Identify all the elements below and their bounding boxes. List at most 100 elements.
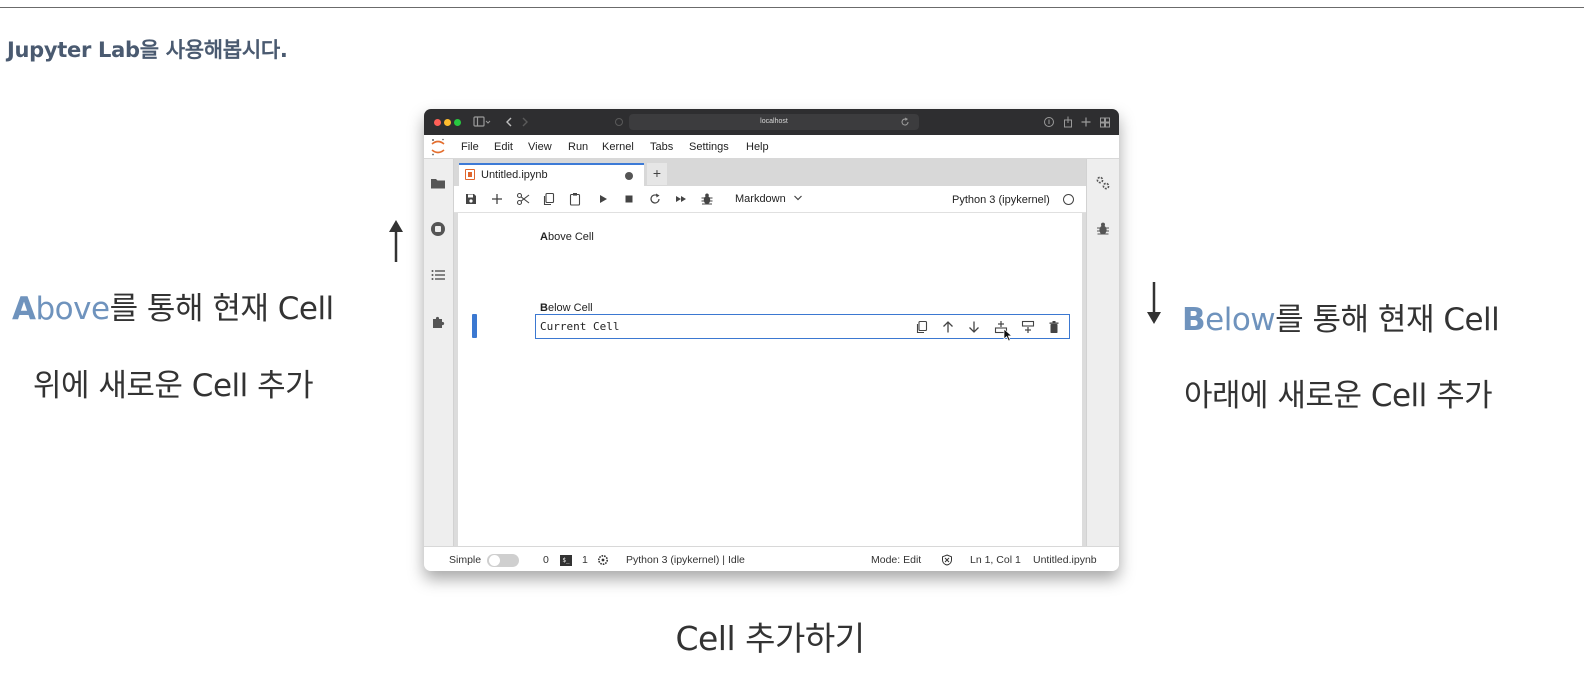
mouse-cursor-icon bbox=[1003, 328, 1013, 342]
new-launcher-button[interactable]: + bbox=[647, 163, 667, 185]
copy-icon[interactable] bbox=[542, 192, 556, 206]
run-icon[interactable] bbox=[596, 192, 610, 206]
browser-titlebar: localhost bbox=[424, 109, 1119, 135]
status-bar: Simple 0 $_ 1 Python 3 (ipykernel) | Idl… bbox=[424, 546, 1119, 571]
chevron-down-icon bbox=[793, 195, 802, 201]
arrow-down-icon bbox=[1147, 282, 1161, 324]
sidebar-toggle-icon[interactable] bbox=[473, 115, 491, 129]
active-cell-indicator bbox=[472, 314, 477, 338]
current-cell-editor[interactable]: Current Cell bbox=[535, 314, 1070, 342]
above-accent-rest: bove bbox=[35, 291, 111, 327]
tab-overview-icon[interactable] bbox=[1099, 115, 1111, 129]
below-cell[interactable]: Below Cell bbox=[540, 302, 593, 314]
above-note-rest: 를 통해 현재 Cell bbox=[109, 291, 335, 327]
property-inspector-icon[interactable] bbox=[1095, 175, 1111, 191]
below-cell-rest: elow Cell bbox=[547, 302, 593, 314]
jupyter-menubar: File Edit View Run Kernel Tabs Settings … bbox=[424, 135, 1119, 159]
cell-type-dropdown[interactable]: Markdown bbox=[735, 193, 803, 205]
add-cell-icon[interactable] bbox=[490, 192, 504, 206]
back-icon[interactable] bbox=[504, 115, 514, 129]
menu-file[interactable]: File bbox=[461, 141, 479, 153]
shield-icon bbox=[615, 118, 623, 126]
menu-settings[interactable]: Settings bbox=[689, 141, 729, 153]
running-icon[interactable] bbox=[430, 221, 446, 237]
slide-caption: Cell 추가하기 bbox=[675, 619, 865, 658]
folder-icon[interactable] bbox=[430, 175, 446, 191]
menu-help[interactable]: Help bbox=[746, 141, 769, 153]
url-text: localhost bbox=[760, 118, 788, 125]
move-down-icon[interactable] bbox=[967, 320, 981, 334]
kernel-gear-icon bbox=[598, 555, 608, 565]
move-up-icon[interactable] bbox=[941, 320, 955, 334]
notebook-panel: Above Cell Current Cell Below Cell bbox=[458, 213, 1082, 546]
stop-icon[interactable] bbox=[622, 192, 636, 206]
notebook-tab-label: Untitled.ipynb bbox=[481, 169, 548, 181]
notebook-tab[interactable]: Untitled.ipynb bbox=[459, 163, 644, 187]
extension-icon[interactable] bbox=[430, 314, 446, 330]
trusted-shield-icon bbox=[942, 554, 952, 566]
maximize-window-button[interactable] bbox=[454, 119, 461, 126]
terminals-count[interactable]: 0 bbox=[543, 554, 549, 566]
new-tab-icon[interactable] bbox=[1080, 115, 1092, 129]
terminal-icon: $_ bbox=[560, 555, 572, 566]
fast-forward-icon[interactable] bbox=[674, 192, 688, 206]
top-divider bbox=[0, 7, 1584, 8]
status-file-name: Untitled.ipynb bbox=[1033, 554, 1097, 566]
editor-mode: Mode: Edit bbox=[871, 554, 922, 566]
above-note-line1: Above를 통해 현재 Cell bbox=[12, 283, 334, 328]
jupyter-logo-icon bbox=[431, 138, 445, 156]
cursor-position[interactable]: Ln 1, Col 1 bbox=[970, 554, 1021, 566]
debug-icon[interactable] bbox=[700, 192, 714, 206]
notebook-file-icon bbox=[465, 169, 475, 180]
notebook-toolbar: Markdown Python 3 (ipykernel) bbox=[454, 186, 1086, 213]
above-cell-rest: bove Cell bbox=[547, 231, 594, 243]
above-accent-letter: A bbox=[12, 291, 36, 327]
above-cell-bold: A bbox=[540, 231, 548, 243]
address-bar[interactable]: localhost bbox=[629, 114, 919, 130]
arrow-up-icon bbox=[389, 220, 403, 262]
cell-type-value: Markdown bbox=[735, 193, 786, 205]
current-cell-text: Current Cell bbox=[540, 320, 620, 333]
below-note-rest: 를 통해 현재 Cell bbox=[1275, 302, 1500, 338]
forward-icon[interactable] bbox=[520, 115, 530, 129]
kernel-status-icon bbox=[1063, 194, 1074, 205]
restart-icon[interactable] bbox=[648, 192, 662, 206]
below-note-line2: 아래에 새로운 Cell 추가 bbox=[1184, 378, 1493, 414]
simple-mode-label: Simple bbox=[449, 554, 482, 566]
below-accent-rest: elow bbox=[1205, 302, 1276, 338]
kernel-name[interactable]: Python 3 (ipykernel) bbox=[952, 194, 1050, 206]
debugger-icon[interactable] bbox=[1095, 221, 1111, 237]
menu-kernel[interactable]: Kernel bbox=[602, 141, 634, 153]
kernels-count[interactable]: 1 bbox=[582, 554, 588, 566]
menu-view[interactable]: View bbox=[528, 141, 552, 153]
menu-edit[interactable]: Edit bbox=[494, 141, 513, 153]
below-note-line1: Below를 통해 현재 Cell bbox=[1182, 294, 1500, 339]
share-icon[interactable] bbox=[1062, 115, 1074, 129]
slide-title: Jupyter Lab을 사용해봅시다. bbox=[7, 38, 288, 62]
reload-icon[interactable] bbox=[900, 115, 910, 129]
simple-mode-toggle[interactable] bbox=[487, 554, 519, 567]
unsaved-indicator-icon[interactable] bbox=[625, 172, 633, 180]
paste-icon[interactable] bbox=[568, 192, 582, 206]
below-cell-bold: B bbox=[540, 302, 548, 314]
menu-run[interactable]: Run bbox=[568, 141, 588, 153]
insert-above-icon[interactable] bbox=[1021, 320, 1035, 334]
above-cell[interactable]: Above Cell bbox=[540, 231, 594, 243]
close-window-button[interactable] bbox=[434, 119, 441, 126]
below-accent-letter: B bbox=[1182, 302, 1206, 338]
save-icon[interactable] bbox=[464, 192, 478, 206]
main-area: Untitled.ipynb + Markdown Python 3 (ipyk… bbox=[454, 159, 1086, 546]
kernel-status-text[interactable]: Python 3 (ipykernel) | Idle bbox=[626, 554, 745, 566]
menu-tabs[interactable]: Tabs bbox=[650, 141, 673, 153]
duplicate-icon[interactable] bbox=[915, 320, 929, 334]
cut-icon[interactable] bbox=[516, 192, 530, 206]
above-note-line2: 위에 새로운 Cell 추가 bbox=[33, 368, 314, 404]
tab-strip: Untitled.ipynb + bbox=[454, 159, 1086, 187]
minimize-window-button[interactable] bbox=[444, 119, 451, 126]
browser-window: localhost File Edit View Run Kernel Tabs… bbox=[424, 109, 1119, 571]
delete-icon[interactable] bbox=[1047, 320, 1061, 334]
right-sidebar bbox=[1086, 159, 1119, 546]
table-of-contents-icon[interactable] bbox=[430, 267, 446, 283]
left-sidebar bbox=[424, 159, 454, 546]
download-icon[interactable] bbox=[1043, 115, 1055, 129]
